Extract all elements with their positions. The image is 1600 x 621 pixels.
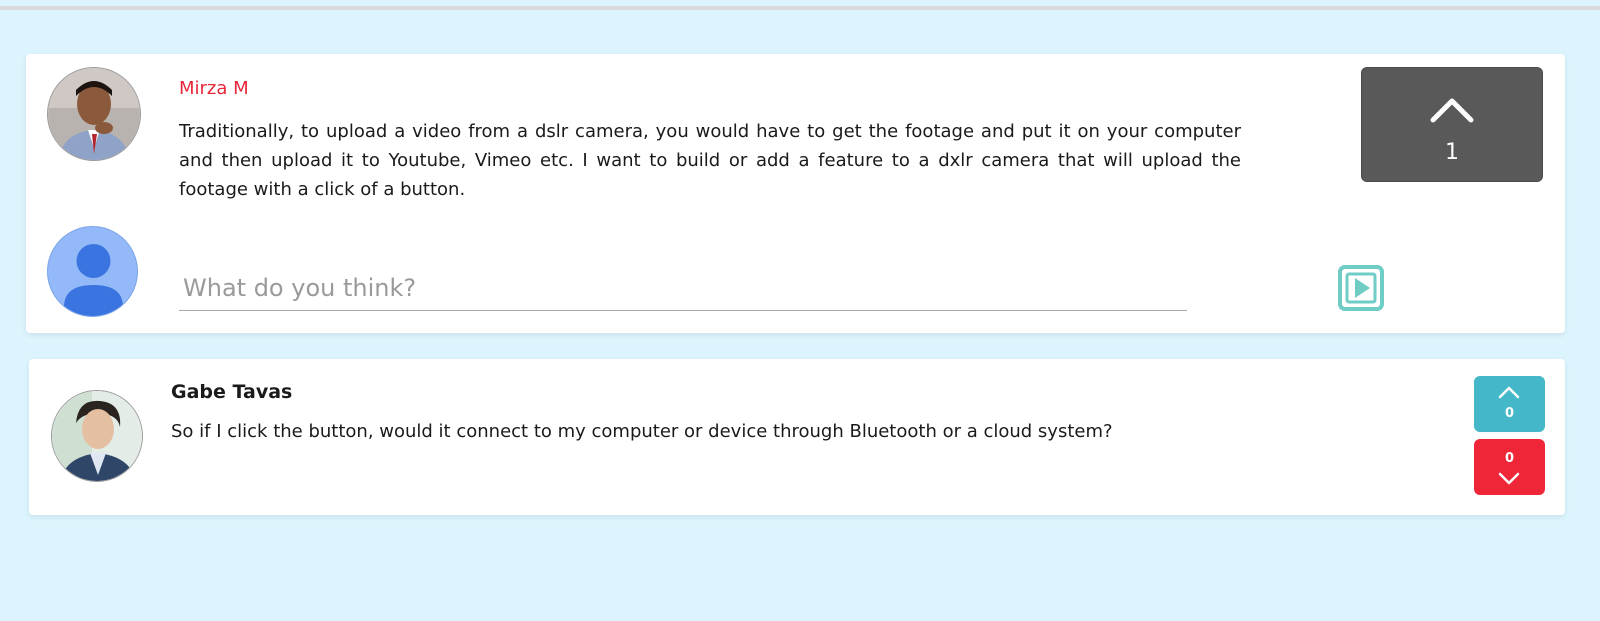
post-author-avatar [47, 67, 141, 161]
user-icon [64, 244, 123, 316]
reply-downvote-button[interactable]: 0 [1474, 439, 1545, 495]
top-divider [0, 6, 1600, 10]
reply-upvote-count: 0 [1504, 406, 1515, 421]
reply-author-name[interactable]: Gabe Tavas [171, 381, 292, 403]
post-card: Mirza M Traditionally, to upload a video… [26, 54, 1565, 333]
reply-upvote-button[interactable]: 0 [1474, 376, 1545, 432]
chevron-up-icon [1430, 98, 1474, 123]
post-body-text: Traditionally, to upload a video from a … [179, 121, 1241, 200]
reply-downvote-count: 0 [1504, 451, 1515, 466]
reply-author-avatar [51, 390, 143, 482]
post-upvote-button[interactable]: 1 [1361, 67, 1543, 182]
post-author-name[interactable]: Mirza M [179, 78, 249, 99]
reply-card: Gabe Tavas So if I click the button, wou… [29, 359, 1565, 515]
comment-input[interactable] [179, 266, 1187, 311]
reply-body-text: So if I click the button, would it conne… [171, 421, 1113, 442]
chevron-down-icon [1498, 472, 1520, 485]
post-upvote-count: 1 [1445, 140, 1459, 165]
current-user-avatar [47, 226, 138, 317]
play-icon [1338, 265, 1384, 311]
send-comment-button[interactable] [1338, 265, 1384, 311]
chevron-up-icon [1498, 386, 1520, 399]
